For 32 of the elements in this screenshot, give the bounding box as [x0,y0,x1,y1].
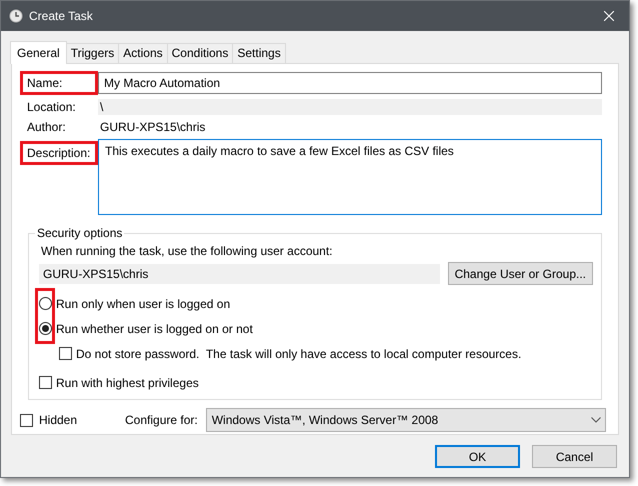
user-account-field: GURU-XPS15\chris [39,264,440,284]
checkbox[interactable] [39,376,52,389]
radio-label: Run whether user is logged on or not [56,322,253,336]
clock-icon [9,9,23,23]
change-user-button[interactable]: Change User or Group... [448,262,593,285]
checkbox-label: Do not store password. The task will only have access to local computer resources. [76,346,522,360]
window-title: Create Task [29,9,94,23]
checkbox-label: Run with highest privileges [56,376,199,390]
checkbox[interactable] [20,414,33,426]
configure-label: Configure for: [125,413,198,427]
tab[interactable]: General [10,41,67,64]
radio-label: Run only when user is logged on [56,296,230,310]
field-label: Author: [26,119,67,135]
group-title: Security options [35,226,124,240]
radio-button[interactable] [39,297,52,310]
checkbox-label: Hidden [39,413,78,427]
configure-dropdown[interactable]: Windows Vista™, Windows Server™ 2008 [206,408,606,432]
cancel-button[interactable]: Cancel [532,445,617,468]
account-prompt: When running the task, use the following user account: [41,244,334,258]
close-icon[interactable] [604,11,614,21]
location-field: \ [98,99,602,115]
author-value: GURU-XPS15\chris [99,120,206,134]
checkbox[interactable] [59,347,72,360]
description-field[interactable]: This executes a daily macro to save a few Excel files as CSV files [98,139,602,215]
radio-button[interactable] [39,322,52,335]
tab[interactable]: Settings [232,43,286,63]
name-field[interactable]: My Macro Automation [98,72,602,94]
ok-button[interactable]: OK [435,445,520,468]
field-label: Location: [26,99,77,115]
chevron-down-icon [591,417,601,423]
field-label: Name: [27,75,64,91]
field-label: Description: [27,145,91,161]
